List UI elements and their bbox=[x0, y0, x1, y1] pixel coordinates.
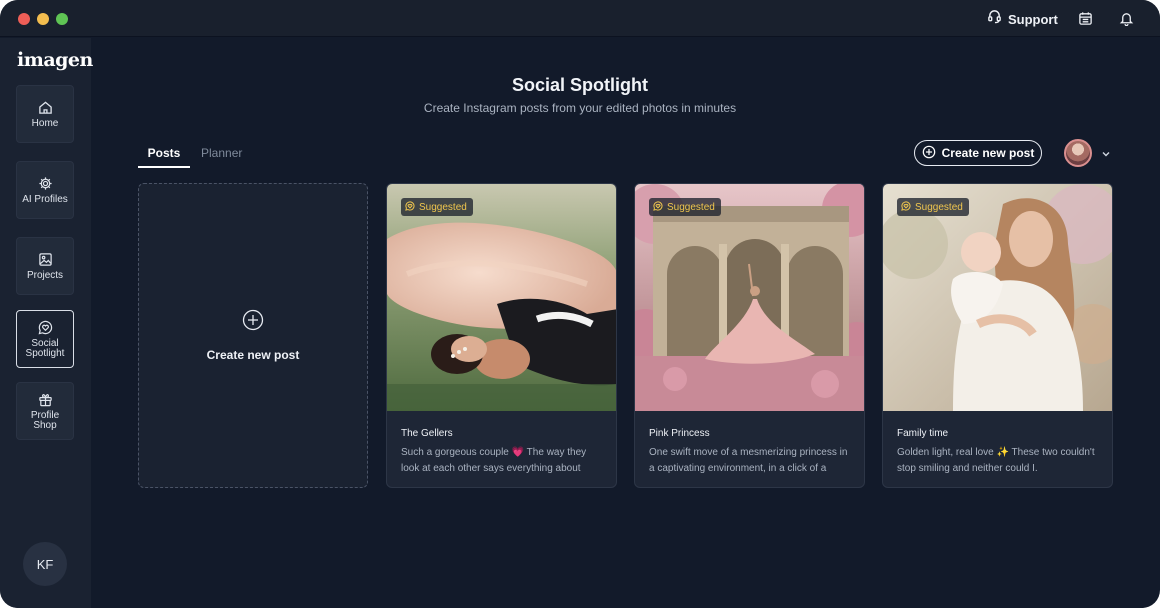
maximize-window-button[interactable] bbox=[56, 13, 68, 25]
post-caption: Such a gorgeous couple 💗 The way they lo… bbox=[401, 447, 587, 474]
suggested-badge: Suggested bbox=[401, 198, 473, 216]
sidebar-item-label: AI Profiles bbox=[22, 193, 68, 205]
heart-chat-icon bbox=[653, 200, 663, 214]
create-new-post-button[interactable]: Create new post bbox=[914, 140, 1042, 166]
bell-icon[interactable] bbox=[1117, 9, 1135, 27]
create-new-post-label: Create new post bbox=[941, 146, 1035, 160]
gift-icon bbox=[37, 392, 53, 408]
title-bar: Support bbox=[0, 0, 1160, 37]
suggested-badge: Suggested bbox=[897, 198, 969, 216]
calendar-icon[interactable] bbox=[1076, 9, 1094, 27]
post-title: The Gellers bbox=[401, 428, 453, 439]
heart-chat-icon bbox=[37, 320, 53, 336]
home-icon bbox=[37, 100, 53, 116]
close-window-button[interactable] bbox=[18, 13, 30, 25]
app-logo: imagen bbox=[17, 49, 93, 71]
sidebar-item-label: Profile Shop bbox=[30, 409, 60, 431]
sidebar: imagen Home AI Profiles Projects Social … bbox=[0, 38, 93, 608]
heart-chat-icon bbox=[901, 200, 911, 214]
sidebar-item-ai-profiles[interactable]: AI Profiles bbox=[16, 161, 74, 219]
sidebar-item-home[interactable]: Home bbox=[16, 85, 74, 143]
post-card-the-gellers[interactable]: Suggested The Gellers Such a gorgeous co… bbox=[386, 183, 617, 488]
gear-icon bbox=[37, 176, 53, 192]
tab-posts[interactable]: Posts bbox=[138, 146, 190, 168]
post-image bbox=[883, 184, 1112, 411]
post-title: Pink Princess bbox=[649, 428, 710, 439]
page-title: Social Spotlight bbox=[511, 75, 648, 95]
user-avatar[interactable]: KF bbox=[23, 542, 67, 586]
support-button[interactable]: Support bbox=[987, 9, 1058, 29]
plus-circle-icon bbox=[922, 145, 936, 162]
headset-icon bbox=[987, 9, 1002, 29]
heart-chat-icon bbox=[405, 200, 415, 214]
suggested-badge-label: Suggested bbox=[419, 201, 467, 213]
suggested-badge-label: Suggested bbox=[667, 201, 715, 213]
post-caption: One swift move of a mesmerizing princess… bbox=[649, 447, 848, 474]
sidebar-item-social-spotlight[interactable]: Social Spotlight bbox=[16, 310, 74, 368]
plus-circle-icon bbox=[242, 309, 264, 336]
post-card-family-time[interactable]: Suggested Family time Golden light, real… bbox=[882, 183, 1113, 488]
sidebar-item-label: Home bbox=[31, 117, 59, 129]
post-card-pink-princess[interactable]: Suggested Pink Princess One swift move o… bbox=[634, 183, 865, 488]
profile-avatar[interactable] bbox=[1064, 139, 1092, 167]
page-subtitle: Create Instagram posts from your edited … bbox=[423, 101, 737, 115]
sidebar-item-profile-shop[interactable]: Profile Shop bbox=[16, 382, 74, 440]
tab-planner[interactable]: Planner bbox=[201, 146, 242, 160]
sidebar-item-projects[interactable]: Projects bbox=[16, 237, 74, 295]
minimize-window-button[interactable] bbox=[37, 13, 49, 25]
post-image bbox=[635, 184, 864, 411]
app-window: Support imagen Home AI Profiles Projects… bbox=[0, 0, 1160, 608]
sidebar-item-label: Projects bbox=[26, 269, 64, 281]
post-image bbox=[387, 184, 616, 411]
create-new-post-card[interactable]: Create new post bbox=[138, 183, 368, 488]
support-label: Support bbox=[1008, 11, 1058, 27]
create-new-post-card-label: Create new post bbox=[206, 348, 300, 362]
chevron-down-icon[interactable] bbox=[1100, 147, 1112, 159]
suggested-badge: Suggested bbox=[649, 198, 721, 216]
image-icon bbox=[37, 252, 53, 268]
suggested-badge-label: Suggested bbox=[915, 201, 963, 213]
post-title: Family time bbox=[897, 428, 949, 439]
sidebar-item-label: Social Spotlight bbox=[25, 337, 65, 359]
post-caption: Golden light, real love ✨ These two coul… bbox=[897, 447, 1095, 474]
